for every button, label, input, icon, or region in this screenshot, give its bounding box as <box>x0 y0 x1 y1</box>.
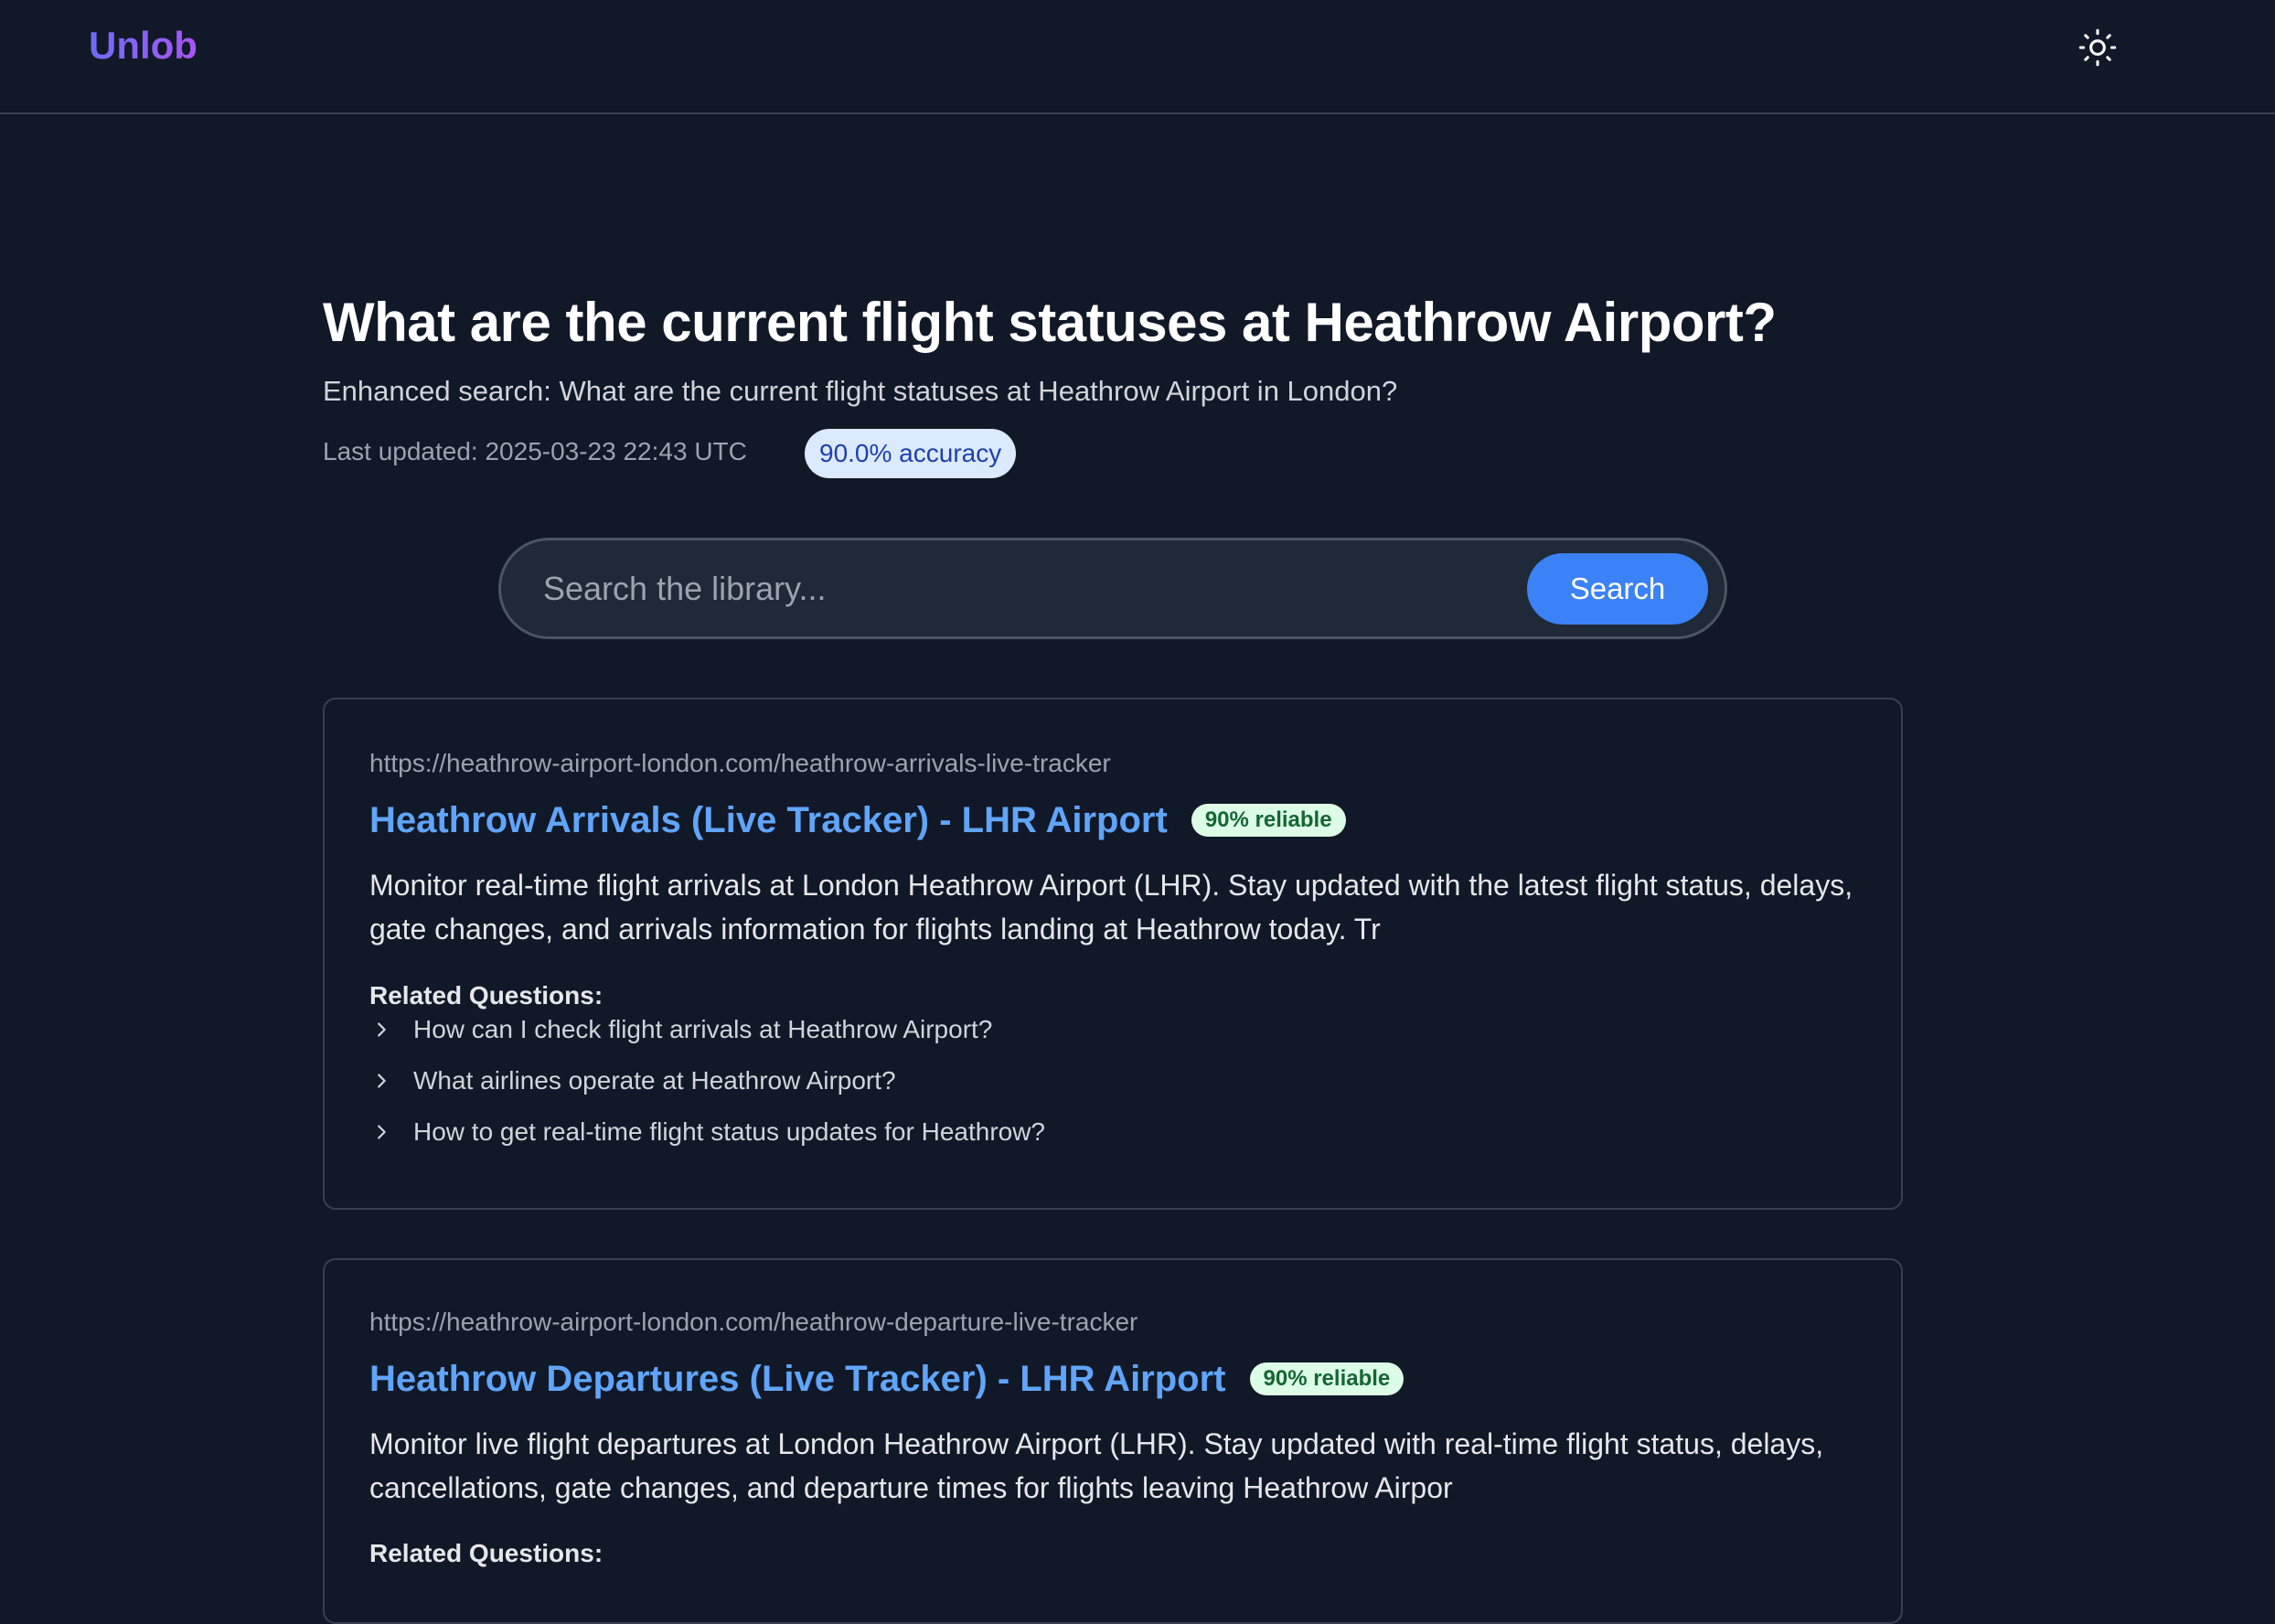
result-description: Monitor live flight departures at London… <box>369 1427 1824 1504</box>
result-url: https://heathrow-airport-london.com/heat… <box>369 1308 1138 1336</box>
reliability-badge: 90% reliable <box>1191 804 1346 837</box>
sun-icon <box>2078 28 2117 67</box>
result-url: https://heathrow-airport-london.com/heat… <box>369 749 1111 777</box>
related-question-item[interactable]: What airlines operate at Heathrow Airpor… <box>369 1063 896 1099</box>
related-questions-label: Related Questions: <box>369 981 603 1010</box>
result-title-link[interactable]: Heathrow Departures (Live Tracker) - LHR… <box>369 1359 1226 1400</box>
reliability-badge: 90% reliable <box>1249 1362 1405 1395</box>
related-question-text: What airlines operate at Heathrow Airpor… <box>413 1066 896 1095</box>
search-bar: Search <box>498 538 1727 639</box>
theme-toggle-button[interactable] <box>2076 26 2120 69</box>
result-card: https://heathrow-airport-london.com/heat… <box>323 1258 1903 1624</box>
result-card: https://heathrow-airport-london.com/heat… <box>323 698 1903 1210</box>
last-updated-text: Last updated: 2025-03-23 22:43 UTC <box>323 437 747 465</box>
related-question-text: How to get real-time flight status updat… <box>413 1117 1046 1146</box>
result-title-row: Heathrow Departures (Live Tracker) - LHR… <box>369 1353 1405 1405</box>
related-questions-label: Related Questions: <box>369 1539 603 1567</box>
search-button[interactable]: Search <box>1527 553 1708 625</box>
enhanced-search-text: Enhanced search: What are the current fl… <box>323 375 1398 407</box>
result-description: Monitor real-time flight arrivals at Lon… <box>369 869 1853 946</box>
chevron-right-icon <box>369 1120 393 1144</box>
result-title-link[interactable]: Heathrow Arrivals (Live Tracker) - LHR A… <box>369 800 1168 841</box>
top-bar: Unlob <box>0 0 2275 114</box>
related-question-item[interactable]: How to get real-time flight status updat… <box>369 1114 1045 1150</box>
chevron-right-icon <box>369 1069 393 1093</box>
result-title-row: Heathrow Arrivals (Live Tracker) - LHR A… <box>369 795 1346 846</box>
search-input[interactable] <box>543 566 1458 612</box>
related-question-item[interactable]: How can I check flight arrivals at Heath… <box>369 1011 992 1048</box>
page-title: What are the current flight statuses at … <box>323 292 1777 353</box>
chevron-right-icon <box>369 1018 393 1042</box>
accuracy-badge: 90.0% accuracy <box>805 429 1017 478</box>
logo[interactable]: Unlob <box>89 24 198 68</box>
related-question-text: How can I check flight arrivals at Heath… <box>413 1015 993 1043</box>
